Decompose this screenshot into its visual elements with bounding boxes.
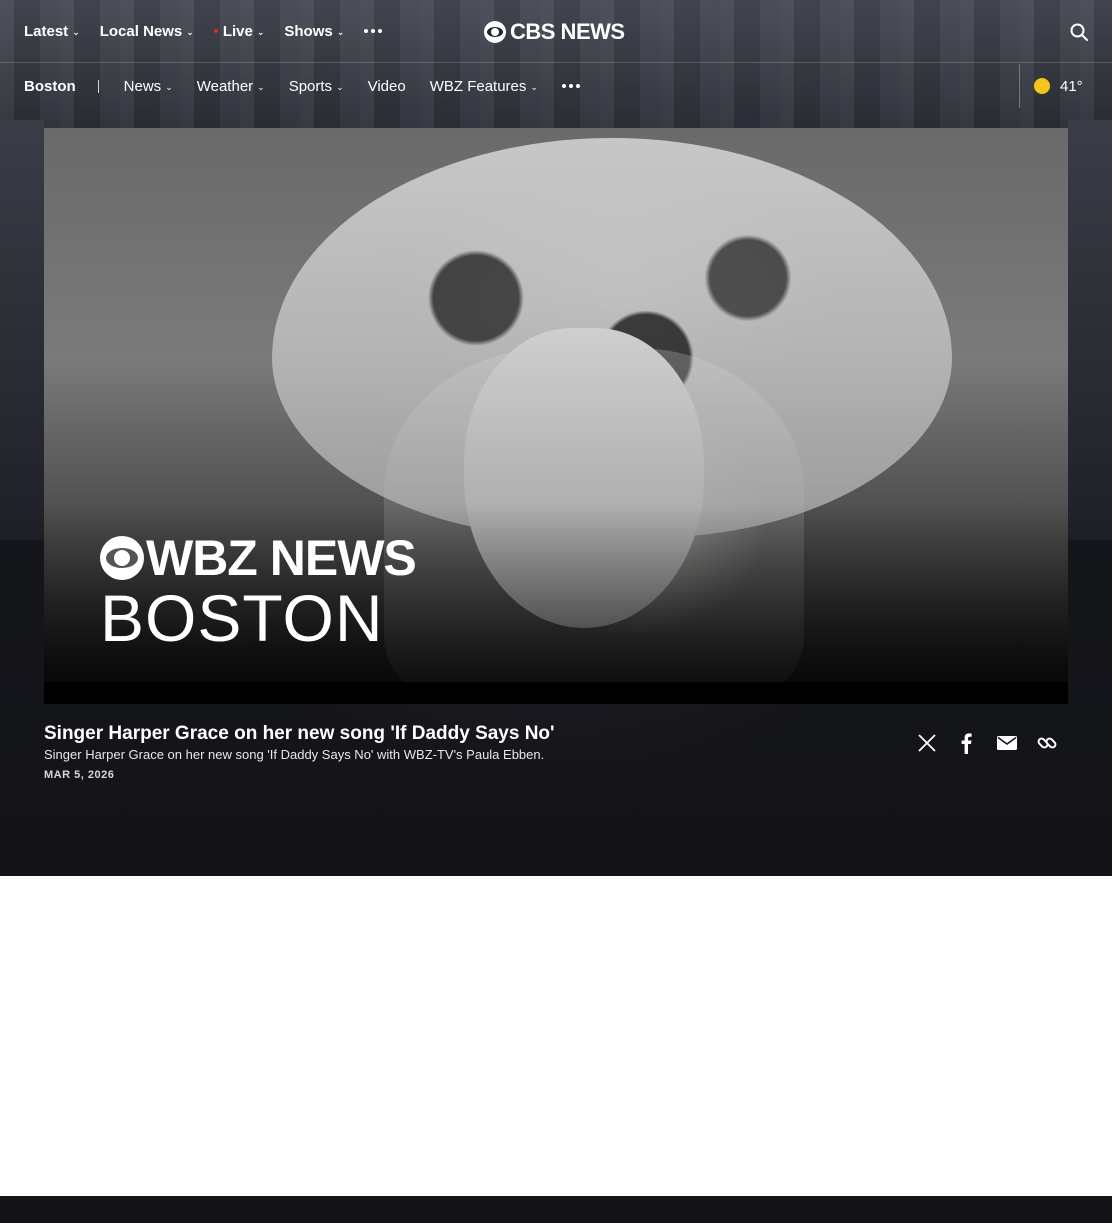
subnav-weather-label: Weather [196,77,254,95]
wbz-news-boston-logo: WBZ NEWS BOSTON [100,530,417,655]
search-icon[interactable] [1070,23,1088,41]
sun-icon [1034,78,1050,94]
facebook-icon[interactable] [956,732,978,754]
nav-shows[interactable]: Shows ⌄ [284,23,344,40]
chevron-down-icon: ⌄ [257,81,265,92]
logo-text: CBS NEWS [510,19,625,44]
nav-local-news[interactable]: Local News ⌄ [100,23,194,40]
nav-live-label: Live [222,22,253,40]
subnav-video-label: Video [367,77,406,95]
weather-temp: 41° [1060,77,1083,95]
subnav-sports[interactable]: Sports ⌄ [289,78,344,95]
divider [97,79,99,93]
more-dots-icon[interactable] [561,84,580,88]
video-caption: Singer Harper Grace on her new song 'If … [44,722,864,781]
nav-shows-label: Shows [284,22,333,40]
chevron-down-icon: ⌄ [72,26,80,37]
more-dots-icon[interactable] [364,29,383,33]
chevron-down-icon: ⌄ [186,26,194,37]
nav-local-news-label: Local News [99,22,183,40]
nav-live[interactable]: Live ⌄ [213,22,265,40]
video-control-bar[interactable] [44,682,1068,704]
subnav-wbz-features-label: WBZ Features [429,77,527,95]
subnav-sports-label: Sports [288,77,333,95]
chevron-down-icon: ⌄ [336,81,344,92]
city-label[interactable]: Boston [0,78,76,95]
link-icon[interactable] [1036,732,1058,754]
subnav-news[interactable]: News ⌄ [124,78,173,95]
video-description: Singer Harper Grace on her new song 'If … [44,747,545,762]
wbz-logo-text: WBZ NEWS [146,530,417,586]
subnav-video[interactable]: Video [368,78,406,95]
chevron-down-icon: ⌄ [336,26,345,37]
email-icon[interactable] [996,732,1018,754]
share-buttons [916,732,1058,754]
cbs-eye-icon [484,21,506,43]
background-right [1068,120,1112,540]
subnav-news-label: News [123,77,162,95]
video-player[interactable]: WBZ NEWS BOSTON [44,128,1068,704]
chevron-down-icon: ⌄ [530,81,538,92]
wbz-logo-city: BOSTON [100,581,384,655]
nav-latest-label: Latest [24,22,69,40]
x-icon[interactable] [916,732,938,754]
subnav-wbz-features[interactable]: WBZ Features ⌄ [430,78,538,95]
chevron-down-icon: ⌄ [165,81,173,92]
video-title: Singer Harper Grace on her new song 'If … [44,723,555,744]
weather-widget[interactable]: 41° [1019,64,1112,108]
local-navigation: Boston News ⌄ Weather ⌄ Sports ⌄ Video W… [0,64,1112,108]
nav-latest[interactable]: Latest ⌄ [24,23,80,40]
cbs-eye-icon [100,536,144,580]
cbs-news-logo[interactable]: CBS NEWS [484,19,625,44]
chevron-down-icon: ⌄ [256,26,265,37]
hero-section: Latest ⌄ Local News ⌄ Live ⌄ Shows ⌄ CBS… [0,0,1112,876]
footer-bar [0,1196,1112,1223]
background-left [0,120,44,540]
live-dot-icon [213,29,218,33]
subnav-weather[interactable]: Weather ⌄ [197,78,265,95]
video-date: MAR 5, 2026 [44,769,115,781]
top-navigation: Latest ⌄ Local News ⌄ Live ⌄ Shows ⌄ CBS… [0,0,1112,63]
